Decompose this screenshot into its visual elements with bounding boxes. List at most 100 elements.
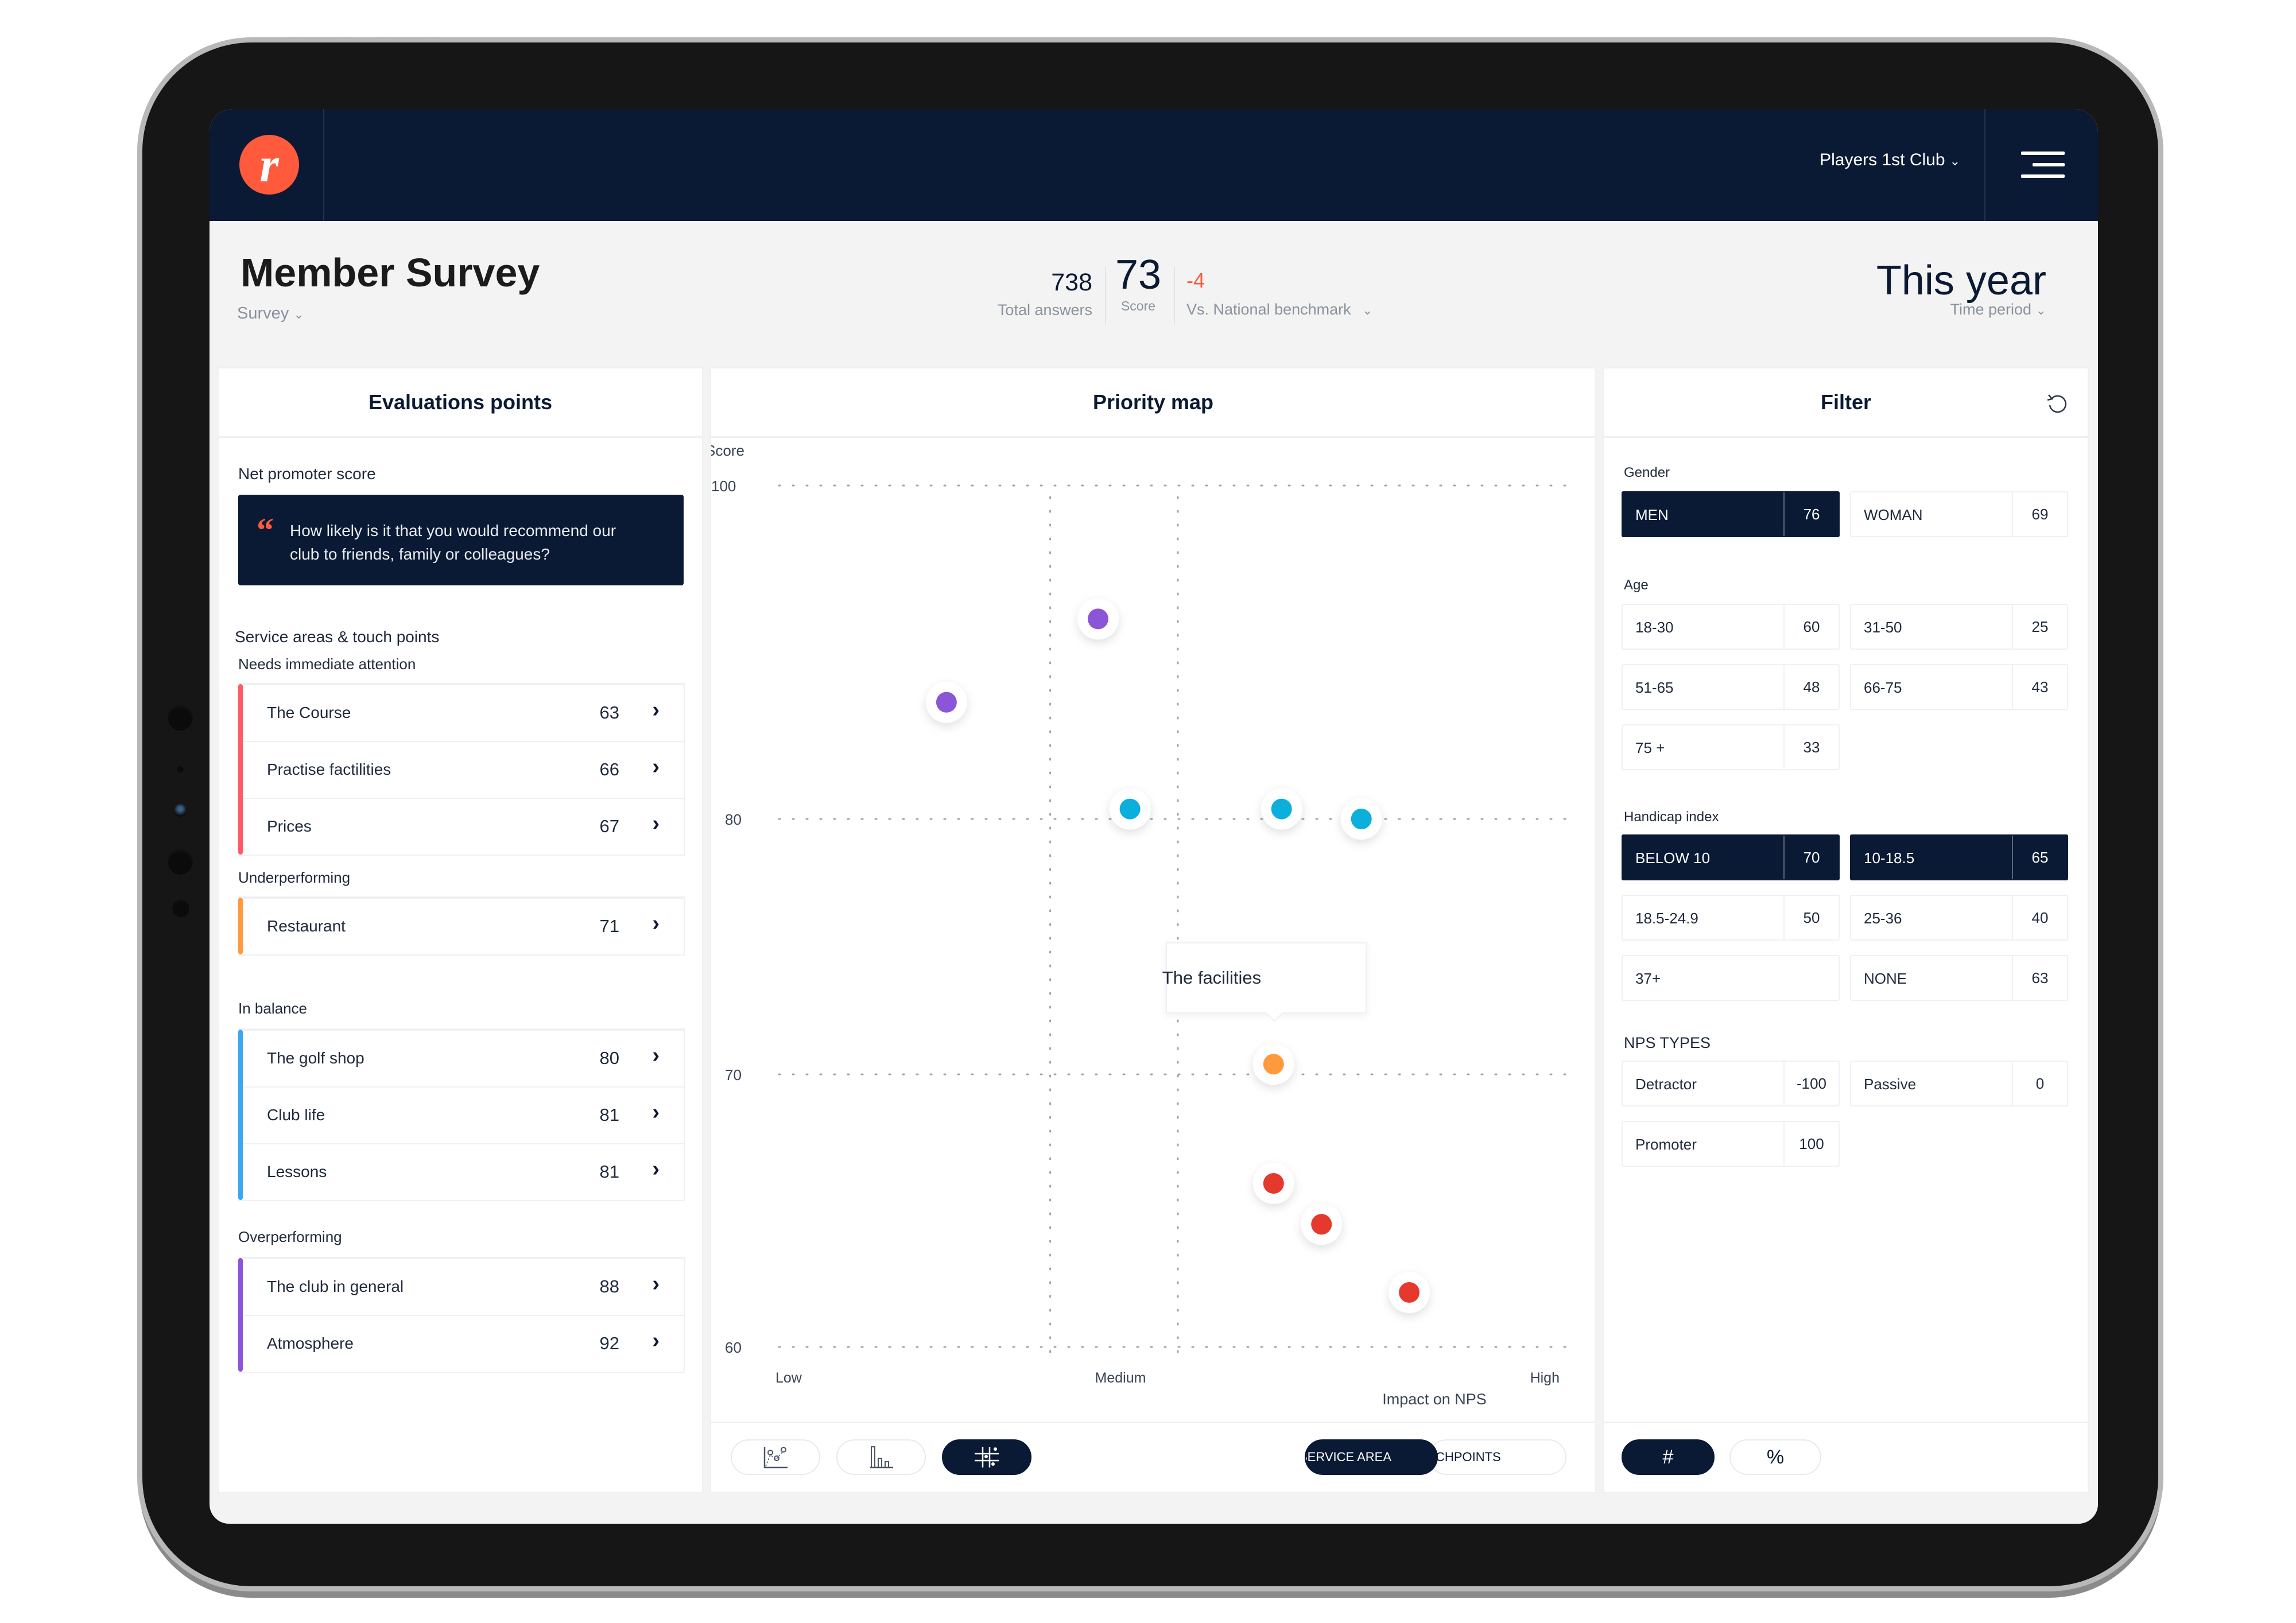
- filter-section-label: Gender: [1624, 465, 1670, 480]
- chevron-right-icon: ›: [652, 911, 660, 935]
- filter-section-label: NPS TYPES: [1624, 1034, 1711, 1051]
- logo-cell: r: [210, 109, 324, 221]
- x-tick-label: Low: [775, 1370, 802, 1386]
- filter-chip[interactable]: 10-18.5 65: [1850, 834, 2068, 880]
- chevron-right-icon: ›: [652, 1157, 660, 1181]
- bar-chart-icon: [870, 1446, 893, 1469]
- segment-service-area-button[interactable]: SERVICE AREA: [1305, 1439, 1438, 1475]
- filter-chip[interactable]: MEN 76: [1622, 491, 1840, 537]
- filter-section-label: Age: [1624, 577, 1649, 593]
- data-point[interactable]: [1263, 1173, 1284, 1194]
- time-period-selector[interactable]: This year Time period ⌄: [1876, 257, 2046, 319]
- kpi-benchmark-label: Vs. National benchmark ⌄: [1186, 301, 1373, 319]
- chevron-right-icon: ›: [652, 755, 660, 779]
- filter-chip-name: 25-36: [1864, 910, 1902, 927]
- priority-grid-icon: [975, 1447, 999, 1467]
- eval-item-row[interactable]: Practise factilities 66 ›: [243, 741, 684, 798]
- segment-touchpoints-button[interactable]: TOUCHPOINTS: [1429, 1439, 1566, 1475]
- filter-chip[interactable]: 25-36 40: [1850, 895, 2068, 941]
- chevron-right-icon: ›: [652, 1329, 660, 1353]
- eval-item-row[interactable]: Restaurant 71 ›: [243, 898, 684, 954]
- eval-item-score: 81: [599, 1162, 619, 1182]
- eval-item-row[interactable]: Atmosphere 92 ›: [243, 1315, 684, 1372]
- eval-item-name: Practise factilities: [267, 760, 391, 778]
- group-label: In balance: [238, 1000, 307, 1017]
- y-tick-label: 70: [725, 1066, 742, 1084]
- filter-chip-name: NONE: [1864, 970, 1907, 987]
- filter-chip[interactable]: 18-30 60: [1622, 604, 1840, 650]
- filter-chip[interactable]: Passive 0: [1850, 1061, 2068, 1106]
- kpi-score-label: Score: [1120, 298, 1156, 313]
- filter-chip[interactable]: 37+: [1622, 955, 1840, 1001]
- club-selector[interactable]: Players 1st Club ⌄: [1820, 150, 1960, 170]
- service-areas-label: Service areas & touch points: [235, 628, 440, 646]
- eval-item-row[interactable]: The club in general 88 ›: [243, 1258, 684, 1315]
- time-period-label-text: Time period: [1950, 301, 2032, 318]
- eval-item-row[interactable]: Prices 67 ›: [243, 798, 684, 855]
- data-point[interactable]: [1119, 798, 1141, 820]
- data-point[interactable]: [1088, 608, 1108, 630]
- filter-chip-name: Passive: [1864, 1075, 1917, 1093]
- priority-map-chart: Score 100 80 70 60 Low Medium High Impact on NPS…: [711, 437, 1595, 1413]
- filter-chip-value: 33: [1783, 725, 1839, 769]
- eval-item-name: Restaurant: [267, 917, 346, 935]
- data-point[interactable]: [936, 692, 957, 713]
- eval-item-row[interactable]: The golf shop 80 ›: [243, 1030, 684, 1086]
- app-screen: r Players 1st Club ⌄ Member Survey Survey…: [210, 109, 2098, 1524]
- eval-item-row[interactable]: Club life 81 ›: [243, 1086, 684, 1143]
- y-tick-label: 80: [725, 811, 742, 828]
- priority-grid-view-button[interactable]: [942, 1439, 1031, 1475]
- kpi-total-answers: 738 Total answers: [973, 269, 1092, 319]
- chevron-down-icon: ⌄: [2035, 303, 2046, 317]
- filter-chip-value: 65: [2012, 836, 2067, 879]
- filter-chip[interactable]: BELOW 10 70: [1622, 834, 1840, 880]
- unit-count-button[interactable]: #: [1622, 1439, 1715, 1475]
- filter-chip-name: 18-30: [1635, 619, 1674, 636]
- eval-item-row[interactable]: The Course 63 ›: [243, 684, 684, 741]
- filter-chip-name: 31-50: [1864, 619, 1902, 636]
- filter-chip-value: 48: [1783, 665, 1839, 709]
- data-point[interactable]: [1263, 1054, 1284, 1075]
- eval-item-row[interactable]: Lessons 81 ›: [243, 1143, 684, 1200]
- filter-chip[interactable]: 51-65 48: [1622, 664, 1840, 710]
- filter-chip[interactable]: 66-75 43: [1850, 664, 2068, 710]
- device-sensor: [177, 766, 184, 772]
- filter-chip[interactable]: 75 + 33: [1622, 724, 1840, 770]
- segment-service-area-label: SERVICE AREA: [1305, 1450, 1391, 1464]
- kpi-benchmark[interactable]: -4 Vs. National benchmark ⌄: [1186, 269, 1373, 319]
- tooltip-text: The facilities: [1162, 968, 1262, 988]
- data-point[interactable]: [1351, 809, 1372, 829]
- y-axis-title: Score: [711, 442, 744, 459]
- filter-chip[interactable]: Promoter 100: [1622, 1121, 1840, 1167]
- brand-logo[interactable]: r: [239, 135, 299, 195]
- filter-toolbar: # %: [1604, 1422, 2088, 1492]
- scatter-chart-icon: [763, 1447, 788, 1469]
- filter-chip-value: 25: [2012, 605, 2067, 649]
- kpi-benchmark-value: -4: [1186, 269, 1205, 292]
- eval-item-score: 88: [599, 1276, 619, 1296]
- club-selector-label: Players 1st Club: [1820, 150, 1945, 169]
- kpi-total-answers-value: 738: [1051, 269, 1092, 296]
- priority-map-title: Priority map: [711, 368, 1595, 438]
- filter-panel: Filter Gender MEN 76 WOMAN 69 Age 18-30 60 31-50…: [1603, 367, 2089, 1493]
- data-point[interactable]: [1311, 1214, 1332, 1235]
- kpi-score-value: 73: [1115, 252, 1162, 298]
- filter-chip[interactable]: 31-50 25: [1850, 604, 2068, 650]
- filter-chip-value: 100: [1783, 1122, 1839, 1166]
- filter-chip[interactable]: Detractor -100: [1622, 1061, 1840, 1106]
- filter-chip[interactable]: WOMAN 69: [1850, 491, 2068, 537]
- filter-chip[interactable]: 18.5-24.9 50: [1622, 895, 1840, 941]
- filter-chip-name: 10-18.5: [1864, 849, 1915, 867]
- filter-chip[interactable]: NONE 63: [1850, 955, 2068, 1001]
- survey-dropdown[interactable]: Survey ⌄: [237, 304, 304, 323]
- device-speaker: [168, 848, 193, 875]
- data-point[interactable]: [1271, 798, 1292, 820]
- reset-icon[interactable]: [2045, 391, 2070, 417]
- unit-percent-button[interactable]: %: [1729, 1439, 1821, 1475]
- chevron-right-icon: ›: [652, 698, 660, 722]
- scatter-view-button[interactable]: [731, 1439, 820, 1475]
- eval-item-name: The club in general: [267, 1278, 404, 1295]
- data-point[interactable]: [1399, 1282, 1420, 1303]
- bar-view-button[interactable]: [836, 1439, 926, 1475]
- hamburger-menu-icon[interactable]: [2021, 152, 2065, 178]
